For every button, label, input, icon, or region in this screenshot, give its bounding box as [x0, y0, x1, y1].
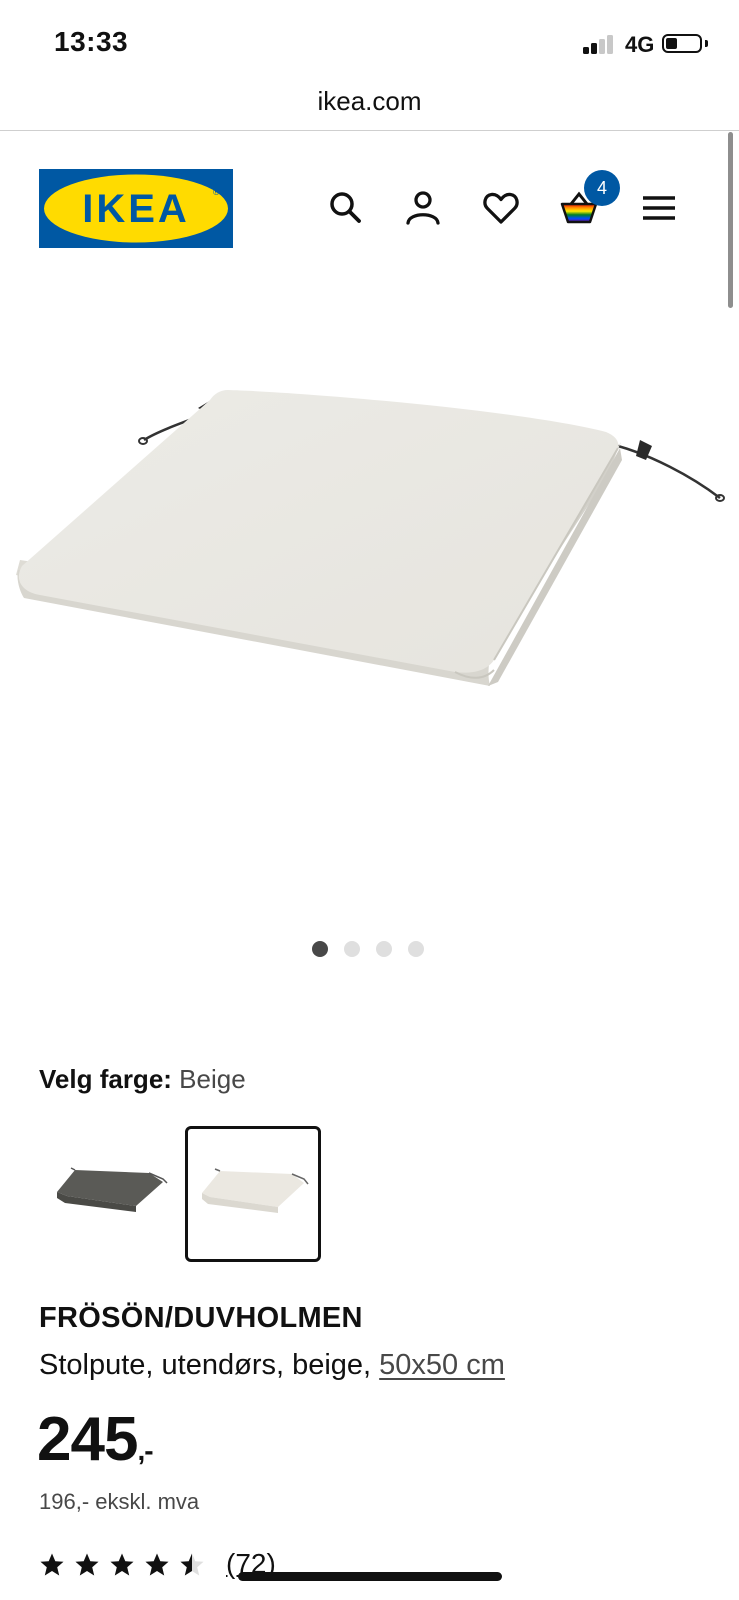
- selected-color: Beige: [179, 1064, 246, 1094]
- svg-text:®: ®: [213, 187, 220, 197]
- color-selector-label: Velg farge: Beige: [39, 1064, 246, 1095]
- product-description: Stolpute, utendørs, beige, 50x50 cm: [39, 1349, 505, 1382]
- star-icon: [110, 1553, 134, 1576]
- carousel-dot[interactable]: [408, 941, 424, 957]
- logo-text: IKEA: [82, 187, 190, 231]
- star-icon: [180, 1553, 204, 1576]
- battery-tip: [705, 40, 708, 47]
- star-icon: [40, 1553, 64, 1576]
- heart-icon[interactable]: [481, 188, 521, 228]
- product-name: FRÖSÖN/DUVHOLMEN: [39, 1302, 363, 1334]
- product-price: 245,-: [37, 1404, 154, 1475]
- product-image[interactable]: [0, 330, 739, 830]
- star-icon: [75, 1553, 99, 1576]
- carousel-dot[interactable]: [312, 941, 328, 957]
- status-time: 13:33: [54, 26, 129, 57]
- cart-count-badge: 4: [584, 170, 620, 206]
- product-description-text: Stolpute, utendørs, beige,: [39, 1349, 372, 1381]
- color-swatch-beige[interactable]: [185, 1126, 321, 1262]
- network-label: 4G: [625, 32, 655, 57]
- carousel-dot[interactable]: [344, 941, 360, 957]
- color-swatch-dark-grey[interactable]: [39, 1126, 175, 1262]
- price-value: 245: [37, 1405, 138, 1474]
- url-text: ikea.com: [317, 86, 422, 116]
- product-measure-link[interactable]: 50x50 cm: [379, 1349, 505, 1381]
- home-indicator[interactable]: [238, 1572, 502, 1581]
- color-label: Velg farge:: [39, 1064, 172, 1094]
- price-suffix: ,-: [137, 1435, 153, 1466]
- scrollbar[interactable]: [728, 132, 733, 308]
- star-icon: [145, 1553, 169, 1576]
- menu-icon[interactable]: [639, 188, 679, 228]
- battery-icon: [662, 34, 702, 53]
- ikea-logo[interactable]: IKEA ®: [39, 169, 233, 248]
- signal-icon: [583, 34, 617, 54]
- account-icon[interactable]: [403, 188, 443, 228]
- address-bar[interactable]: ikea.com: [0, 76, 739, 131]
- carousel-dot[interactable]: [376, 941, 392, 957]
- search-icon[interactable]: [326, 188, 366, 228]
- price-ex-vat: 196,- ekskl. mva: [39, 1489, 200, 1514]
- product-page: 13:33 4G ikea.com IKEA ® 4 Velg farge: B…: [0, 0, 739, 1600]
